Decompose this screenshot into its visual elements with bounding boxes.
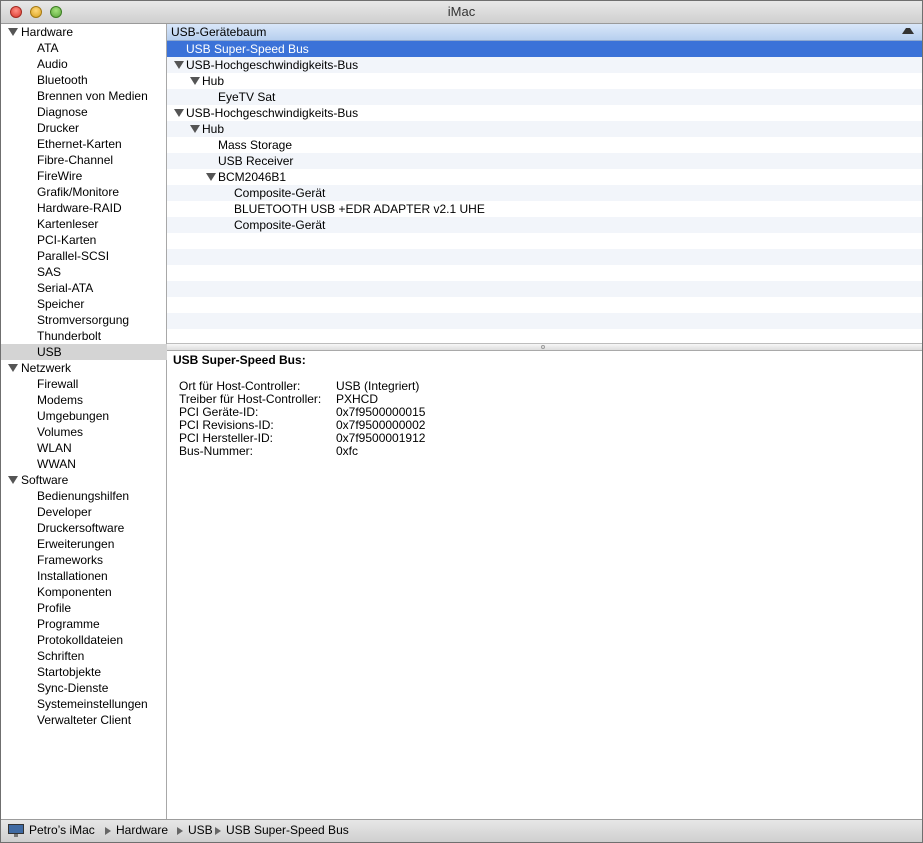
tree-stripe <box>167 281 922 297</box>
detail-field-value: 0xfc <box>336 444 359 458</box>
detail-field-label: PCI Revisions-ID: <box>179 418 274 432</box>
usb-device-tree: USB-Gerätebaum USB Super-Speed Bus USB-Ho… <box>167 24 922 343</box>
path-bar: Petro’s iMac Hardware USB USB Super-Speed B… <box>1 819 922 842</box>
tree-row[interactable]: USB-Hochgeschwindigkeits-Bus <box>167 105 922 121</box>
disclosure-triangle-icon[interactable] <box>8 476 18 484</box>
disclosure-triangle-icon[interactable] <box>190 125 200 133</box>
path-segment-usb-super-speed-bus[interactable]: USB Super-Speed Bus <box>226 820 349 841</box>
tree-row[interactable]: Composite-Gerät <box>167 217 922 233</box>
detail-field-label: PCI Geräte-ID: <box>179 405 259 419</box>
disclosure-triangle-icon[interactable] <box>174 61 184 69</box>
disclosure-triangle-icon[interactable] <box>174 109 184 117</box>
split-view-divider[interactable] <box>167 343 922 351</box>
title-bar[interactable]: iMac <box>1 1 922 24</box>
tree-stripe <box>167 297 922 313</box>
sidebar-group-hardware[interactable]: Hardware <box>1 24 186 40</box>
path-separator-icon <box>105 827 111 835</box>
detail-field-value: 0x7f9500000002 <box>336 418 426 432</box>
detail-field-value: 0x7f9500001912 <box>336 431 426 445</box>
detail-field-label: Treiber für Host-Controller: <box>179 392 322 406</box>
tree-row[interactable]: BLUETOOTH USB +EDR ADAPTER v2.1 UHE <box>167 201 922 217</box>
window: iMac Hardware ATA Audio Bluetooth Brennen vo… <box>0 0 923 843</box>
tree-stripe <box>167 249 922 265</box>
tree-row[interactable]: Composite-Gerät <box>167 185 922 201</box>
disclosure-triangle-icon[interactable] <box>190 77 200 85</box>
detail-field-value: 0x7f9500000015 <box>336 405 426 419</box>
path-separator-icon <box>215 827 221 835</box>
sidebar: Hardware ATA Audio Bluetooth Brennen von Med… <box>1 24 202 819</box>
tree-stripe <box>167 265 922 281</box>
detail-pane: USB Super-Speed Bus: Ort für Host-Contro… <box>167 351 922 819</box>
tree-row[interactable]: Hub <box>167 73 922 89</box>
imac-icon <box>8 824 24 837</box>
disclosure-triangle-icon[interactable] <box>8 28 18 36</box>
tree-row[interactable]: EyeTV Sat <box>167 89 922 105</box>
detail-title: USB Super-Speed Bus: <box>173 353 306 367</box>
detail-field-label: Ort für Host-Controller: <box>179 379 301 393</box>
tree-row[interactable]: Hub <box>167 121 922 137</box>
tree-row[interactable]: USB Super-Speed Bus <box>167 41 922 57</box>
tree-row[interactable]: USB-Hochgeschwindigkeits-Bus <box>167 57 922 73</box>
detail-field-label: PCI Hersteller-ID: <box>179 431 274 445</box>
tree-header-label: USB-Gerätebaum <box>171 25 267 39</box>
path-segment-petro-s-imac[interactable]: Petro’s iMac <box>29 820 95 841</box>
detail-field-label: Bus-Nummer: <box>179 444 254 458</box>
detail-field-value: PXHCD <box>336 392 379 406</box>
sidebar-group-netzwerk[interactable]: Netzwerk <box>1 360 186 376</box>
tree-row[interactable]: USB Receiver <box>167 153 922 169</box>
disclosure-triangle-icon[interactable] <box>206 173 216 181</box>
tree-row[interactable]: Mass Storage <box>167 137 922 153</box>
path-segment-hardware[interactable]: Hardware <box>116 820 168 841</box>
window-title: iMac <box>447 4 476 19</box>
divider-grip-icon <box>541 345 545 349</box>
path-separator-icon <box>177 827 183 835</box>
path-segment-usb[interactable]: USB <box>188 820 213 841</box>
tree-stripe <box>167 233 922 249</box>
tree-stripe <box>167 329 922 343</box>
tree-stripe <box>167 313 922 329</box>
sidebar-group-software[interactable]: Software <box>1 472 186 488</box>
tree-row[interactable]: BCM2046B1 <box>167 169 922 185</box>
detail-field-value: USB (Integriert) <box>336 379 420 393</box>
disclosure-triangle-icon[interactable] <box>8 364 18 372</box>
tree-column-header[interactable]: USB-Gerätebaum <box>167 24 922 41</box>
sort-ascending-icon <box>902 28 914 34</box>
